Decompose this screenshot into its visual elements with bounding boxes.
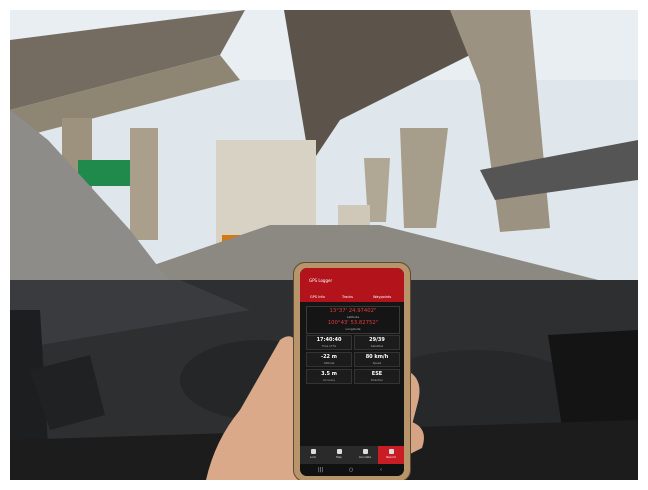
altitude-cell: -22 m Altitude: [306, 352, 352, 367]
accuracy-cell: 3.5 m Accuracy: [306, 369, 352, 384]
nav-annotate[interactable]: Annotate: [352, 446, 378, 464]
home-icon[interactable]: ○: [349, 467, 353, 473]
direction-cell: ESE Direction: [354, 369, 400, 384]
tab-gps-info[interactable]: GPS Info: [310, 295, 325, 299]
nav-map[interactable]: Map: [326, 446, 352, 464]
record-icon: [388, 449, 394, 454]
nav-lock-label: Lock: [309, 455, 317, 459]
speed-value: 80 km/h: [365, 354, 389, 360]
longitude-label: Longitude: [345, 327, 361, 331]
pin-icon: [362, 449, 368, 454]
satellites-value: 29/39: [369, 337, 385, 343]
app-tabs: GPS Info Tracks Waypoints: [300, 292, 404, 302]
time-of-fix-label: Time of Fix: [321, 344, 337, 348]
recent-apps-icon[interactable]: |||: [318, 467, 323, 473]
app-title: GPS Logger: [309, 278, 333, 283]
app-bottom-nav: Lock Map Annotate Record: [300, 446, 404, 464]
latitude-value: 13°37' 24.97402": [329, 308, 377, 314]
accuracy-value: 3.5 m: [321, 371, 337, 377]
lock-icon: [310, 449, 316, 454]
back-icon[interactable]: ‹: [380, 467, 382, 473]
nav-record-label: Record: [386, 455, 396, 459]
direction-value: ESE: [371, 371, 383, 377]
satellites-label: Satellites: [370, 344, 384, 348]
nav-record[interactable]: Record: [378, 446, 404, 464]
altitude-value: -22 m: [321, 354, 337, 360]
coordinates-panel: 13°37' 24.97402" Latitude 100°43' 53.827…: [306, 306, 400, 334]
time-of-fix-value: 17:40:40: [316, 337, 342, 343]
map-icon: [336, 449, 342, 454]
tab-waypoints[interactable]: Waypoints: [373, 295, 391, 299]
nav-lock[interactable]: Lock: [300, 446, 326, 464]
altitude-label: Altitude: [323, 361, 335, 365]
satellites-cell: 29/39 Satellites: [354, 335, 400, 350]
app-title-bar: GPS Logger: [300, 268, 404, 292]
phone-screen: GPS Logger GPS Info Tracks Waypoints 13°…: [300, 268, 404, 476]
latitude-label: Latitude: [346, 315, 360, 319]
longitude-value: 100°43' 53.82752": [327, 320, 379, 326]
phone: GPS Logger GPS Info Tracks Waypoints 13°…: [294, 263, 410, 480]
direction-label: Direction: [370, 378, 384, 382]
accuracy-label: Accuracy: [322, 378, 336, 382]
system-nav-bar: ||| ○ ‹: [300, 464, 404, 476]
photo: GPS Logger GPS Info Tracks Waypoints 13°…: [10, 10, 638, 480]
speed-cell: 80 km/h Speed: [354, 352, 400, 367]
tab-tracks[interactable]: Tracks: [342, 295, 353, 299]
nav-map-label: Map: [336, 455, 342, 459]
nav-annotate-label: Annotate: [358, 455, 372, 459]
time-of-fix-cell: 17:40:40 Time of Fix: [306, 335, 352, 350]
speed-label: Speed: [372, 361, 382, 365]
